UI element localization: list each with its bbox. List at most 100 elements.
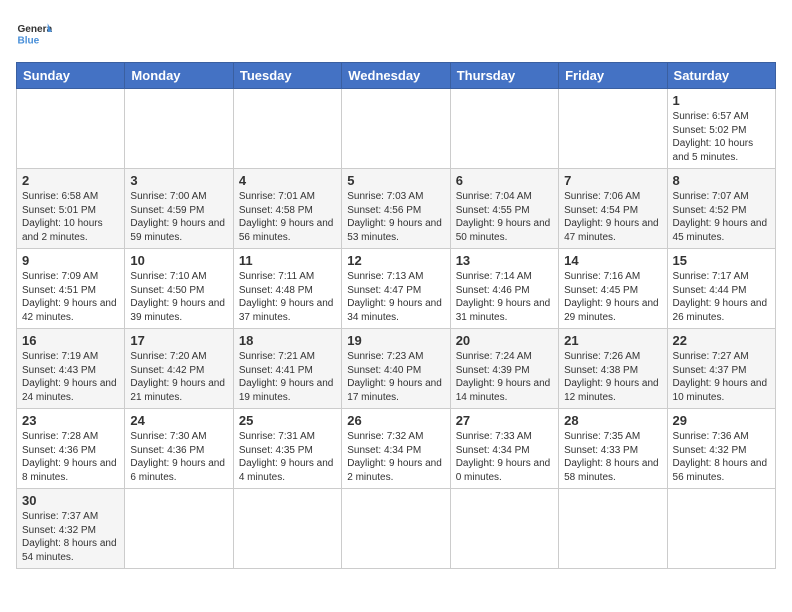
calendar-cell [559, 489, 667, 569]
day-info: Sunrise: 7:27 AM Sunset: 4:37 PM Dayligh… [673, 350, 770, 404]
calendar-week-1: 1Sunrise: 6:57 AM Sunset: 5:02 PM Daylig… [17, 89, 776, 169]
calendar-cell: 14 Sunrise: 7:16 AM Sunset: 4:45 PM Dayli… [559, 249, 667, 329]
day-info: Sunrise: 7:32 AM Sunset: 4:34 PM Dayligh… [347, 430, 444, 484]
calendar-cell [233, 89, 341, 169]
calendar-cell [342, 89, 450, 169]
day-info: Sunrise: 7:21 AM Sunset: 4:41 PM Dayligh… [239, 350, 336, 404]
day-number: 22 [673, 333, 770, 348]
calendar-cell: 1Sunrise: 6:57 AM Sunset: 5:02 PM Daylig… [667, 89, 775, 169]
day-info: Sunrise: 7:17 AM Sunset: 4:44 PM Dayligh… [673, 270, 770, 324]
day-number: 4 [239, 173, 336, 188]
calendar-cell: 19Sunrise: 7:23 AM Sunset: 4:40 PM Dayli… [342, 329, 450, 409]
calendar-cell: 26 Sunrise: 7:32 AM Sunset: 4:34 PM Dayli… [342, 409, 450, 489]
column-header-monday: Monday [125, 63, 233, 89]
day-info: Sunrise: 7:09 AM Sunset: 4:51 PM Dayligh… [22, 270, 119, 324]
day-info: Sunrise: 7:19 AM Sunset: 4:43 PM Dayligh… [22, 350, 119, 404]
day-info: Sunrise: 7:28 AM Sunset: 4:36 PM Dayligh… [22, 430, 119, 484]
logo: General Blue [16, 16, 52, 52]
calendar-cell: 3 Sunrise: 7:00 AM Sunset: 4:59 PM Daylig… [125, 169, 233, 249]
day-number: 9 [22, 253, 119, 268]
calendar-cell [667, 489, 775, 569]
day-number: 30 [22, 493, 119, 508]
calendar-cell [450, 489, 558, 569]
calendar-week-5: 23 Sunrise: 7:28 AM Sunset: 4:36 PM Dayli… [17, 409, 776, 489]
day-number: 7 [564, 173, 661, 188]
day-number: 8 [673, 173, 770, 188]
day-number: 21 [564, 333, 661, 348]
calendar-cell: 24 Sunrise: 7:30 AM Sunset: 4:36 PM Dayli… [125, 409, 233, 489]
page-header: General Blue [16, 16, 776, 52]
day-info: Sunrise: 7:35 AM Sunset: 4:33 PM Dayligh… [564, 430, 661, 484]
calendar-cell: 2 Sunrise: 6:58 AM Sunset: 5:01 PM Daylig… [17, 169, 125, 249]
calendar-week-3: 9 Sunrise: 7:09 AM Sunset: 4:51 PM Daylig… [17, 249, 776, 329]
calendar-table: SundayMondayTuesdayWednesdayThursdayFrid… [16, 62, 776, 569]
day-info: Sunrise: 7:16 AM Sunset: 4:45 PM Dayligh… [564, 270, 661, 324]
day-number: 12 [347, 253, 444, 268]
column-header-wednesday: Wednesday [342, 63, 450, 89]
calendar-cell: 25Sunrise: 7:31 AM Sunset: 4:35 PM Dayli… [233, 409, 341, 489]
calendar-cell: 16 Sunrise: 7:19 AM Sunset: 4:43 PM Dayli… [17, 329, 125, 409]
day-number: 3 [130, 173, 227, 188]
day-number: 26 [347, 413, 444, 428]
svg-text:Blue: Blue [17, 35, 39, 46]
day-info: Sunrise: 6:57 AM Sunset: 5:02 PM Dayligh… [673, 110, 770, 164]
calendar-cell: 18 Sunrise: 7:21 AM Sunset: 4:41 PM Dayli… [233, 329, 341, 409]
day-number: 11 [239, 253, 336, 268]
calendar-cell: 27Sunrise: 7:33 AM Sunset: 4:34 PM Dayli… [450, 409, 558, 489]
day-info: Sunrise: 7:04 AM Sunset: 4:55 PM Dayligh… [456, 190, 553, 244]
calendar-week-4: 16 Sunrise: 7:19 AM Sunset: 4:43 PM Dayli… [17, 329, 776, 409]
calendar-cell [233, 489, 341, 569]
day-number: 24 [130, 413, 227, 428]
day-info: Sunrise: 7:11 AM Sunset: 4:48 PM Dayligh… [239, 270, 336, 324]
calendar-cell: 23 Sunrise: 7:28 AM Sunset: 4:36 PM Dayli… [17, 409, 125, 489]
day-info: Sunrise: 7:33 AM Sunset: 4:34 PM Dayligh… [456, 430, 553, 484]
column-header-tuesday: Tuesday [233, 63, 341, 89]
svg-text:General: General [17, 24, 52, 35]
day-info: Sunrise: 7:10 AM Sunset: 4:50 PM Dayligh… [130, 270, 227, 324]
calendar-cell [17, 89, 125, 169]
day-number: 16 [22, 333, 119, 348]
day-info: Sunrise: 7:13 AM Sunset: 4:47 PM Dayligh… [347, 270, 444, 324]
calendar-cell: 10Sunrise: 7:10 AM Sunset: 4:50 PM Dayli… [125, 249, 233, 329]
day-info: Sunrise: 7:26 AM Sunset: 4:38 PM Dayligh… [564, 350, 661, 404]
column-header-sunday: Sunday [17, 63, 125, 89]
calendar-cell: 21 Sunrise: 7:26 AM Sunset: 4:38 PM Dayli… [559, 329, 667, 409]
day-number: 17 [130, 333, 227, 348]
calendar-header-row: SundayMondayTuesdayWednesdayThursdayFrid… [17, 63, 776, 89]
day-number: 29 [673, 413, 770, 428]
column-header-thursday: Thursday [450, 63, 558, 89]
calendar-week-6: 30Sunrise: 7:37 AM Sunset: 4:32 PM Dayli… [17, 489, 776, 569]
day-info: Sunrise: 7:03 AM Sunset: 4:56 PM Dayligh… [347, 190, 444, 244]
day-info: Sunrise: 7:00 AM Sunset: 4:59 PM Dayligh… [130, 190, 227, 244]
calendar-cell [125, 89, 233, 169]
day-number: 2 [22, 173, 119, 188]
calendar-cell [450, 89, 558, 169]
day-number: 14 [564, 253, 661, 268]
calendar-cell: 7Sunrise: 7:06 AM Sunset: 4:54 PM Daylig… [559, 169, 667, 249]
day-number: 19 [347, 333, 444, 348]
day-number: 5 [347, 173, 444, 188]
column-header-saturday: Saturday [667, 63, 775, 89]
calendar-cell: 6Sunrise: 7:04 AM Sunset: 4:55 PM Daylig… [450, 169, 558, 249]
calendar-week-2: 2 Sunrise: 6:58 AM Sunset: 5:01 PM Daylig… [17, 169, 776, 249]
day-number: 23 [22, 413, 119, 428]
calendar-cell [342, 489, 450, 569]
calendar-cell: 30Sunrise: 7:37 AM Sunset: 4:32 PM Dayli… [17, 489, 125, 569]
day-number: 28 [564, 413, 661, 428]
calendar-cell: 12 Sunrise: 7:13 AM Sunset: 4:47 PM Dayli… [342, 249, 450, 329]
day-info: Sunrise: 7:31 AM Sunset: 4:35 PM Dayligh… [239, 430, 336, 484]
calendar-cell: 5 Sunrise: 7:03 AM Sunset: 4:56 PM Daylig… [342, 169, 450, 249]
day-info: Sunrise: 7:07 AM Sunset: 4:52 PM Dayligh… [673, 190, 770, 244]
calendar-cell: 13Sunrise: 7:14 AM Sunset: 4:46 PM Dayli… [450, 249, 558, 329]
day-number: 15 [673, 253, 770, 268]
day-info: Sunrise: 7:01 AM Sunset: 4:58 PM Dayligh… [239, 190, 336, 244]
calendar-cell: 9 Sunrise: 7:09 AM Sunset: 4:51 PM Daylig… [17, 249, 125, 329]
calendar-cell [125, 489, 233, 569]
day-number: 20 [456, 333, 553, 348]
day-info: Sunrise: 6:58 AM Sunset: 5:01 PM Dayligh… [22, 190, 119, 244]
day-number: 18 [239, 333, 336, 348]
calendar-cell: 15 Sunrise: 7:17 AM Sunset: 4:44 PM Dayli… [667, 249, 775, 329]
calendar-cell: 29Sunrise: 7:36 AM Sunset: 4:32 PM Dayli… [667, 409, 775, 489]
day-info: Sunrise: 7:14 AM Sunset: 4:46 PM Dayligh… [456, 270, 553, 324]
day-info: Sunrise: 7:30 AM Sunset: 4:36 PM Dayligh… [130, 430, 227, 484]
